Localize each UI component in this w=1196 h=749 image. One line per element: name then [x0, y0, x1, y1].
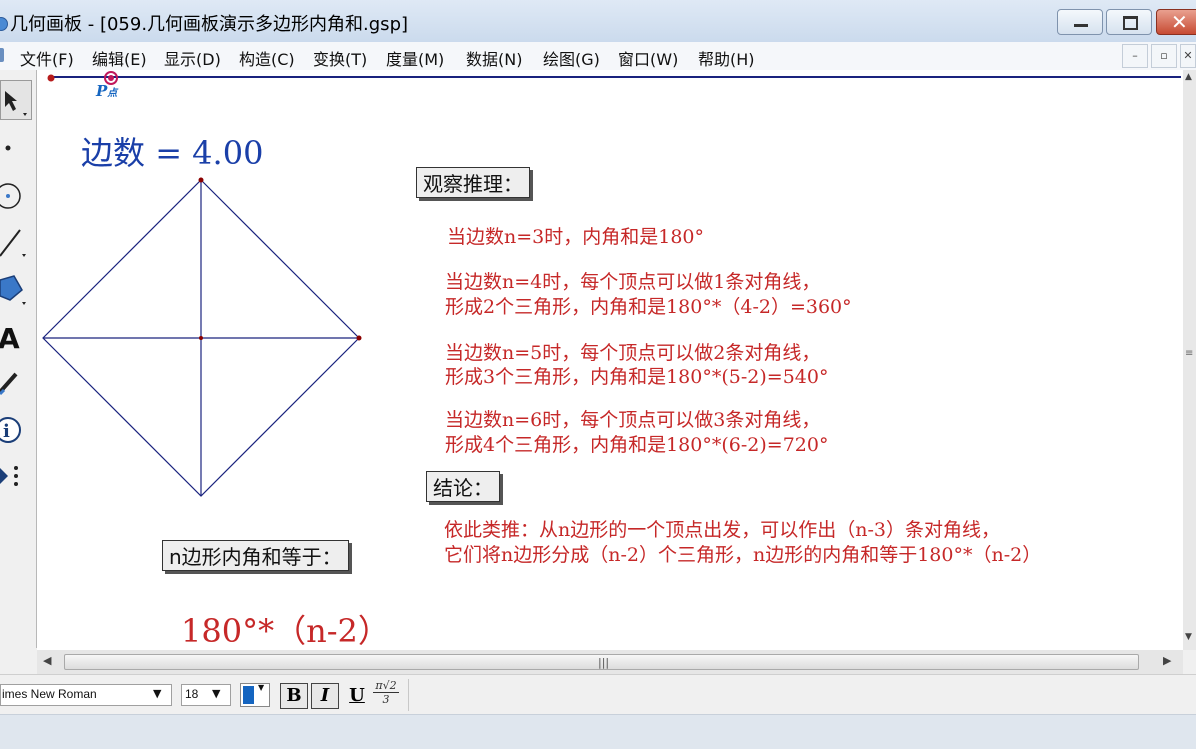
marker-tool[interactable]: [0, 364, 32, 404]
svg-text:A: A: [0, 322, 20, 355]
conclusion-line1: 依此类推：从n边形的一个顶点出发，可以作出（n-3）条对角线，: [444, 519, 1000, 541]
title-bar: 几何画板 - [059.几何画板演示多边形内角和.gsp] ✕: [0, 0, 1196, 46]
obs-n6-line2: 形成4个三角形，内角和是180°*(6-2)=720°: [445, 434, 829, 456]
obs-n5-line2: 形成3个三角形，内角和是180°*(5-2)=540°: [445, 366, 829, 388]
document-icon: [0, 48, 4, 62]
scroll-left-icon[interactable]: ◀: [43, 654, 51, 667]
chevron-down-icon: ▼: [153, 687, 162, 700]
marker-tool-icon: [0, 372, 18, 396]
font-name-select[interactable]: imes New Roman ▼: [0, 684, 172, 706]
obs-n4-line1: 当边数n=4时，每个顶点可以做1条对角线，: [445, 271, 821, 293]
menu-transform[interactable]: 变换(T): [313, 46, 367, 70]
sides-measurement[interactable]: 边数 = 4.00: [81, 128, 263, 174]
close-icon: ✕: [1171, 10, 1188, 34]
toolbar-divider: [408, 679, 409, 711]
italic-button[interactable]: I: [311, 683, 339, 709]
point-tool-icon: [5, 145, 11, 151]
point-label-p: P点: [96, 82, 118, 100]
scroll-up-icon[interactable]: ▲: [1185, 72, 1192, 82]
obs-n4-line2: 形成2个三角形，内角和是180°*（4-2）=360°: [445, 296, 852, 318]
horizontal-scroll-thumb[interactable]: |||: [64, 654, 1139, 670]
text-color-picker[interactable]: ▼: [240, 683, 270, 707]
scroll-down-icon[interactable]: ▼: [1185, 632, 1192, 642]
menu-file[interactable]: 文件(F): [20, 46, 74, 70]
formula-result[interactable]: 180°*（n-2）: [181, 606, 390, 650]
doc-close-button[interactable]: ✕: [1180, 44, 1196, 68]
maximize-button[interactable]: [1106, 9, 1152, 35]
point-tool[interactable]: [0, 128, 32, 168]
information-tool[interactable]: i: [0, 410, 32, 450]
math-numerator: π√2: [373, 680, 399, 693]
arrow-tool[interactable]: [0, 80, 32, 120]
center-point[interactable]: [199, 336, 203, 340]
minimize-icon: [1074, 24, 1088, 27]
svg-text:i: i: [3, 421, 10, 442]
chevron-down-icon: ▼: [212, 687, 221, 700]
text-tool-icon: A: [0, 322, 20, 355]
math-format-button[interactable]: π√2 3: [373, 680, 399, 710]
doc-minimize-button[interactable]: –: [1122, 44, 1148, 68]
horizontal-scrollbar[interactable]: ◀ ||| ▶: [37, 650, 1183, 674]
chevron-down-icon: ▼: [258, 683, 265, 692]
conclusion-line2: 它们将n边形分成（n-2）个三角形，n边形的内角和等于180°*（n-2）: [444, 544, 1042, 566]
menu-bar: 文件(F) 编辑(E) 显示(D) 构造(C) 变换(T) 度量(M) 数据(N…: [0, 42, 1196, 70]
color-swatch: [243, 686, 254, 704]
menu-data[interactable]: 数据(N): [466, 46, 522, 70]
sides-label: 边数: [81, 134, 146, 172]
sides-equals: =: [155, 134, 182, 172]
straightedge-tool[interactable]: [0, 222, 32, 262]
sketch-canvas[interactable]: P点 边数 = 4.00 观察推理： 当边数n=3时，内角和是180° 当边数n…: [37, 70, 1183, 650]
sides-value: 4.00: [192, 134, 264, 172]
obs-n6-line1: 当边数n=6时，每个顶点可以做3条对角线，: [445, 409, 821, 431]
vertex-top[interactable]: [198, 177, 204, 183]
font-name-value: imes New Roman: [2, 687, 97, 701]
formula-title[interactable]: n边形内角和等于：: [162, 540, 349, 571]
doc-restore-button[interactable]: ▫: [1151, 44, 1177, 68]
straightedge-tool-icon: [0, 229, 26, 257]
menu-window[interactable]: 窗口(W): [618, 46, 678, 70]
compass-tool-icon: [0, 183, 21, 209]
close-button[interactable]: ✕: [1156, 9, 1196, 35]
menu-graph[interactable]: 绘图(G): [543, 46, 600, 70]
status-bar: [0, 714, 1196, 749]
custom-tool[interactable]: [0, 456, 32, 496]
bold-button[interactable]: B: [280, 683, 308, 709]
math-denominator: 3: [382, 693, 390, 706]
compass-tool[interactable]: [0, 176, 32, 216]
font-size-value: 18: [185, 687, 199, 701]
minimize-button[interactable]: [1057, 9, 1103, 35]
underline-button[interactable]: U: [343, 683, 371, 709]
obs-n3: 当边数n=3时，内角和是180°: [447, 226, 705, 248]
window-title: 几何画板 - [059.几何画板演示多边形内角和.gsp]: [10, 14, 409, 35]
font-size-select[interactable]: 18 ▼: [181, 684, 231, 706]
information-tool-icon: i: [0, 417, 21, 443]
conclusion-title[interactable]: 结论：: [426, 471, 500, 502]
menu-measure[interactable]: 度量(M): [386, 46, 444, 70]
menu-display[interactable]: 显示(D): [164, 46, 221, 70]
menu-construct[interactable]: 构造(C): [239, 46, 295, 70]
menu-help[interactable]: 帮助(H): [698, 46, 755, 70]
vertical-scrollbar[interactable]: ▲ ≡ ▼: [1183, 70, 1196, 650]
menu-edit[interactable]: 编辑(E): [92, 46, 147, 70]
polygon-tool-icon: [0, 275, 26, 305]
maximize-icon: [1123, 16, 1138, 30]
obs-n5-line1: 当边数n=5时，每个顶点可以做2条对角线，: [445, 342, 821, 364]
toolbox: A i: [0, 70, 37, 648]
arrow-select-icon: [5, 91, 27, 116]
custom-tool-icon: [0, 466, 18, 486]
slider-point-p-core: [108, 75, 114, 81]
scroll-grip-icon: ≡: [1185, 348, 1194, 359]
text-toolbar: imes New Roman ▼ 18 ▼ ▼ B I U π√2 3: [0, 674, 1196, 715]
polygon-tool[interactable]: [0, 270, 32, 310]
observe-title[interactable]: 观察推理：: [416, 167, 530, 198]
scroll-right-icon[interactable]: ▶: [1163, 654, 1171, 667]
app-icon: [0, 17, 8, 31]
slider-start-point[interactable]: [47, 74, 55, 82]
scroll-grip-horizontal-icon: |||: [598, 656, 610, 669]
text-tool[interactable]: A: [0, 318, 32, 358]
vertex-right[interactable]: [356, 335, 362, 341]
